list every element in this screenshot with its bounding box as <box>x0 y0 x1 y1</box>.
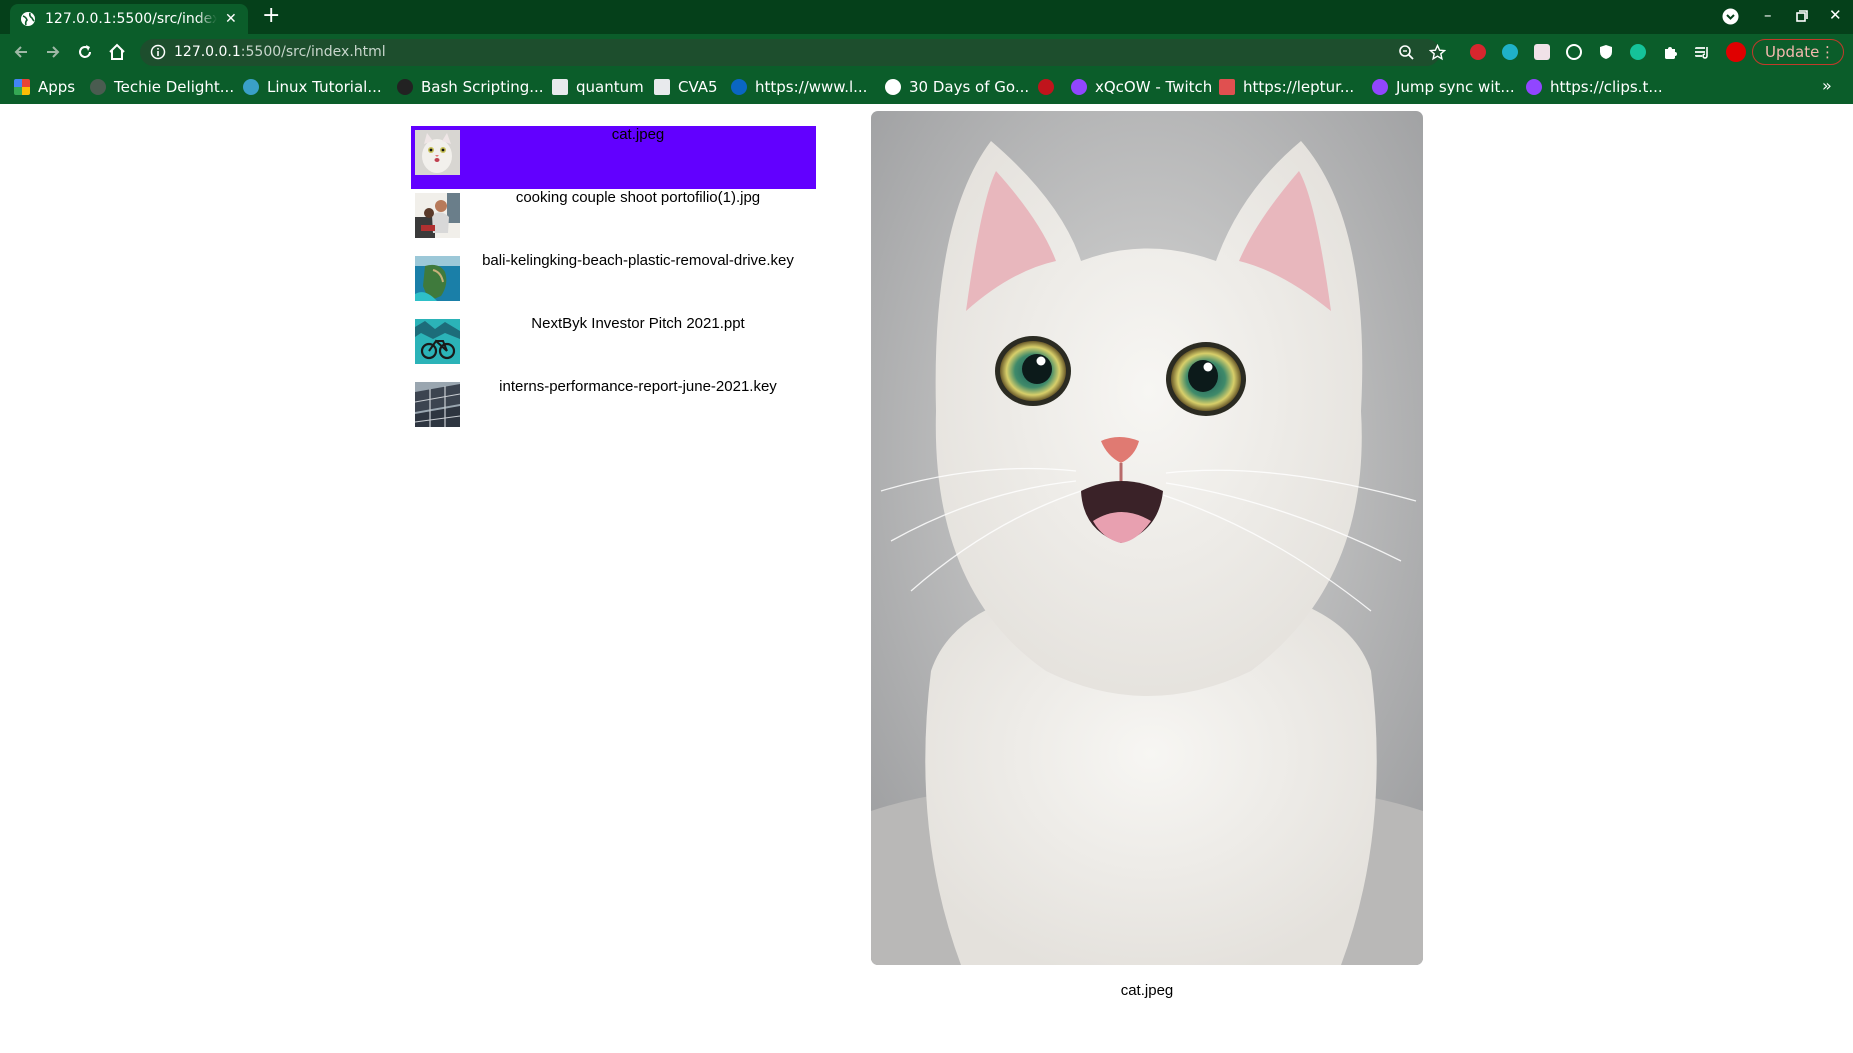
new-tab-button[interactable]: + <box>262 5 280 27</box>
bookmark-item[interactable]: Bash Scripting... <box>397 77 544 97</box>
bookmark-label: https://www.l... <box>755 78 868 96</box>
file-item[interactable]: cooking couple shoot portofilio(1).jpg <box>411 189 816 252</box>
bookmark-label: Techie Delight... <box>114 78 235 96</box>
bookmark-item[interactable]: xQcOW - Twitch <box>1071 77 1212 97</box>
file-name: interns-performance-report-june-2021.key <box>499 378 777 395</box>
close-window-icon[interactable]: ✕ <box>1829 6 1842 24</box>
bookmark-item[interactable]: Techie Delight... <box>90 77 234 97</box>
home-icon[interactable] <box>108 43 126 61</box>
zoom-icon[interactable] <box>1398 44 1415 61</box>
extensions-puzzle-icon[interactable] <box>1662 44 1678 60</box>
bookmark-item[interactable] <box>1038 77 1062 97</box>
grammarly-icon[interactable] <box>1630 44 1646 60</box>
extension-red-icon[interactable] <box>1470 44 1486 60</box>
preview-caption: cat.jpeg <box>1120 982 1174 999</box>
more-bookmarks-icon[interactable]: » <box>1822 76 1832 95</box>
penguin-icon <box>397 79 413 95</box>
td-icon <box>90 79 106 95</box>
bookmark-label: Jump sync wit... <box>1396 78 1515 96</box>
bookmark-item[interactable]: 30 Days of Go... <box>885 77 1029 97</box>
menu-dots-icon[interactable]: ⋮ <box>1820 40 1835 64</box>
folder-icon <box>654 79 670 95</box>
file-item[interactable]: bali-kelingking-beach-plastic-removal-dr… <box>411 252 816 315</box>
beach-thumbnail <box>415 256 460 301</box>
reading-list-icon[interactable] <box>1694 44 1710 60</box>
twitch-icon <box>1071 79 1087 95</box>
twitch-icon <box>1372 79 1388 95</box>
browser-tab[interactable]: 127.0.0.1:5500/src/index.html ✕ <box>10 4 248 34</box>
extension-teal-icon[interactable] <box>1502 44 1518 60</box>
bookmark-label: Bash Scripting... <box>421 78 544 96</box>
google-icon <box>885 79 901 95</box>
update-label: Update <box>1765 43 1820 61</box>
bookmark-star-icon[interactable] <box>1429 44 1446 61</box>
cooking-couple-thumbnail <box>415 193 460 238</box>
profile-avatar[interactable] <box>1726 42 1746 62</box>
bike-thumbnail <box>415 319 460 364</box>
page-content: cat.jpeg cooking couple shoot portofilio… <box>0 104 1853 1053</box>
file-name: bali-kelingking-beach-plastic-removal-dr… <box>482 252 794 269</box>
restore-icon[interactable] <box>1796 10 1808 22</box>
url-path: :5500/src/index.html <box>240 44 386 60</box>
image-preview <box>871 111 1423 965</box>
bookmark-label: quantum <box>576 78 644 96</box>
bookmark-item[interactable]: https://clips.t... <box>1526 77 1663 97</box>
file-name: NextByk Investor Pitch 2021.ppt <box>531 315 745 332</box>
shield-icon[interactable] <box>1598 44 1614 60</box>
solar-panel-thumbnail <box>415 382 460 427</box>
tab-search-icon[interactable] <box>1722 8 1739 25</box>
globe-icon <box>21 12 35 26</box>
reload-icon[interactable] <box>76 43 94 61</box>
browser-tab-strip: 127.0.0.1:5500/src/index.html ✕ + – ✕ <box>0 0 1853 34</box>
folder-icon <box>552 79 568 95</box>
bookmark-label: 30 Days of Go... <box>909 78 1030 96</box>
apps-grid-icon <box>14 79 30 95</box>
linkedin-icon <box>731 79 747 95</box>
tab-title: 127.0.0.1:5500/src/index.html <box>45 11 217 27</box>
twitch-icon <box>1526 79 1542 95</box>
bookmark-item[interactable]: Jump sync wit... <box>1372 77 1515 97</box>
minimize-icon[interactable]: – <box>1764 6 1772 24</box>
bookmark-label: Apps <box>38 78 76 96</box>
bookmark-item[interactable]: https://leptur... <box>1219 77 1354 97</box>
site-info-icon[interactable] <box>150 44 166 60</box>
file-item[interactable]: NextByk Investor Pitch 2021.ppt <box>411 315 816 378</box>
address-bar[interactable]: 127.0.0.1:5500/src/index.html <box>140 39 1440 66</box>
bookmark-label: CVA5 <box>678 78 718 96</box>
cat-thumbnail <box>415 130 460 175</box>
bookmark-item[interactable]: CVA5 <box>654 77 718 97</box>
bookmark-label: https://leptur... <box>1243 78 1355 96</box>
bookmark-item[interactable]: quantum <box>552 77 644 97</box>
file-list: cat.jpeg cooking couple shoot portofilio… <box>411 126 816 441</box>
bookmark-item[interactable]: Linux Tutorial... <box>243 77 382 97</box>
tab-close-icon[interactable]: ✕ <box>225 11 237 27</box>
bookmark-label: https://clips.t... <box>1550 78 1663 96</box>
forward-icon[interactable] <box>44 43 62 61</box>
red-bookmark-icon <box>1038 79 1054 95</box>
update-button[interactable]: Update ⋮ <box>1752 39 1844 65</box>
bookmark-item[interactable]: https://www.l... <box>731 77 867 97</box>
react-devtools-icon[interactable] <box>1566 44 1582 60</box>
extension-pink-icon[interactable] <box>1534 44 1550 60</box>
url-text: 127.0.0.1:5500/src/index.html <box>174 44 386 60</box>
red-doc-icon <box>1219 79 1235 95</box>
back-icon[interactable] <box>12 43 30 61</box>
bookmark-label: xQcOW - Twitch <box>1095 78 1213 96</box>
bookmark-label: Linux Tutorial... <box>267 78 382 96</box>
file-item[interactable]: interns-performance-report-june-2021.key <box>411 378 816 441</box>
file-name: cat.jpeg <box>611 126 665 143</box>
bookmarks-bar: » Apps Techie Delight... Linux Tutorial...… <box>0 70 1853 104</box>
file-item[interactable]: cat.jpeg <box>411 126 816 189</box>
browser-toolbar: 127.0.0.1:5500/src/index.html Update ⋮ <box>0 34 1853 70</box>
file-name: cooking couple shoot portofilio(1).jpg <box>515 189 761 206</box>
bookmark-item[interactable]: Apps <box>14 77 75 97</box>
globe-icon <box>243 79 259 95</box>
url-host: 127.0.0.1 <box>174 44 241 60</box>
